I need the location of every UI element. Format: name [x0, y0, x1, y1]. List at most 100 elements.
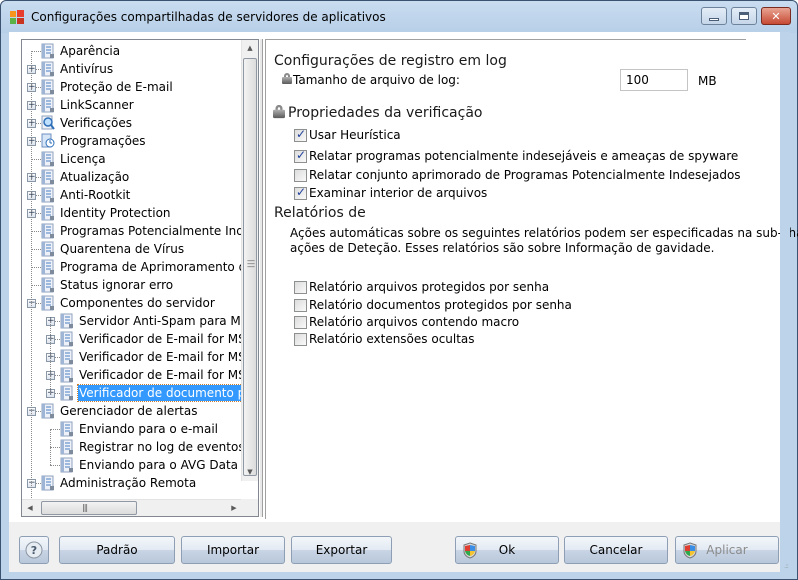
checkbox-label: Examinar interior de arquivos	[309, 186, 488, 200]
tree-item-label: Componentes do servidor	[60, 296, 215, 310]
settings-page-icon	[60, 349, 74, 365]
tree-item[interactable]: + Atualização	[22, 168, 242, 186]
title-bar: Configurações compartilhadas de servidor…	[1, 1, 797, 33]
tree-item-label: Enviando para o e-mail	[79, 422, 219, 436]
import-button[interactable]: Importar	[181, 536, 285, 564]
checkbox-option[interactable]: Relatório documentos protegidos por senh…	[294, 297, 572, 313]
close-button[interactable]: ✕	[761, 7, 791, 25]
scroll-left-icon[interactable]: ◀	[22, 500, 38, 516]
checkbox-checked[interactable]	[294, 127, 307, 142]
help-button[interactable]: ?	[19, 536, 49, 564]
tree-item[interactable]: Aparência	[22, 42, 242, 60]
tree-item[interactable]: +Verificador de E-mail for MS Exchange	[22, 348, 258, 366]
tree-item-label: Registrar no log de eventos	[79, 440, 245, 454]
tree-item-label: Enviando para o AVG Data Center	[79, 458, 258, 472]
checkbox-checked[interactable]	[294, 148, 307, 163]
checkbox-unchecked[interactable]	[294, 298, 307, 312]
tree-item[interactable]: +Servidor Anti-Spam para MS Exchange	[22, 312, 258, 330]
checkbox-option[interactable]: Relatório arquivos contendo macro	[294, 314, 519, 330]
cancel-button[interactable]: Cancelar	[564, 536, 668, 564]
tree-item[interactable]: Licença	[22, 150, 242, 168]
window-right-border	[780, 32, 790, 572]
scroll-right-icon[interactable]: ▶	[226, 500, 242, 516]
reports-description-line2: ações de Deteção. Esses relatórios são s…	[290, 241, 715, 255]
minimize-button[interactable]	[701, 7, 727, 25]
checkbox-unchecked[interactable]	[294, 332, 307, 346]
maximize-button[interactable]	[731, 7, 757, 25]
grip-icon: |||	[82, 503, 88, 512]
vertical-scroll-thumb[interactable]: — — —	[243, 58, 257, 476]
tree-item[interactable]: +Verificador de E-mail for MS Exchange	[22, 366, 258, 384]
checkbox-unchecked[interactable]	[294, 280, 307, 294]
log-size-label: Tamanho de arquivo de log:	[293, 73, 460, 87]
scroll-up-icon[interactable]: ▲	[242, 40, 258, 57]
tree-item[interactable]: Registrar no log de eventos	[22, 438, 245, 456]
tree-item-label: Licença	[60, 152, 106, 166]
checkbox-unchecked[interactable]	[294, 315, 307, 329]
resize-grip-icon[interactable]: .::	[784, 562, 789, 570]
tree-item-label: Verificador de E-mail for MS Exchange	[79, 350, 258, 364]
avg-logo-icon	[10, 10, 24, 24]
window-title: Configurações compartilhadas de servidor…	[31, 10, 386, 24]
checkbox-option[interactable]: Relatar conjunto aprimorado de Programas…	[294, 167, 741, 183]
reports-description-line1: Ações automáticas sobre os seguintes rel…	[290, 226, 798, 240]
tree-item[interactable]: Quarentena de Vírus	[22, 240, 242, 258]
settings-page-icon	[41, 97, 55, 113]
settings-page-icon	[60, 457, 74, 473]
tree-guide-line	[50, 429, 51, 465]
pane-splitter[interactable]	[260, 39, 263, 517]
tree-item-label: Quarentena de Vírus	[60, 242, 185, 256]
checkbox-checked[interactable]	[294, 185, 307, 200]
settings-page-icon	[41, 475, 55, 491]
tree-item[interactable]: Enviando para o e-mail	[22, 420, 242, 438]
tree-item-label: Programações	[60, 134, 146, 148]
checkbox-option[interactable]: Relatar programas potencialmente indesej…	[294, 148, 738, 164]
tree-vertical-scrollbar[interactable]: ▲ — — — ▼	[241, 40, 258, 481]
tree-item[interactable]: + Antivírus	[22, 60, 242, 78]
tree-item[interactable]: + Proteção de E-mail	[22, 78, 242, 96]
log-size-input[interactable]	[620, 69, 688, 91]
lock-icon	[273, 104, 285, 119]
tree-item[interactable]: + Anti-Rootkit	[22, 186, 242, 204]
tree-item[interactable]: Programa de Aprimoramento de Produto	[22, 258, 258, 276]
ok-button[interactable]: Ok	[455, 536, 559, 564]
export-button[interactable]: Exportar	[291, 536, 392, 564]
content-area: Aparência + Antivírus + Proteção de E-mail + L…	[9, 32, 798, 522]
checkbox-option[interactable]: Relatório arquivos protegidos por senha	[294, 279, 549, 295]
tree-item[interactable]: − Componentes do servidor	[22, 294, 242, 312]
tree-item[interactable]: + Identity Protection	[22, 204, 242, 222]
tree-item[interactable]: +Verificador de documento para MS ShareP…	[22, 384, 258, 402]
close-icon: ✕	[771, 9, 781, 23]
tree-item[interactable]: Programas Potencialmente Indesejados	[22, 222, 258, 240]
settings-page-icon	[41, 169, 55, 185]
log-size-unit: MB	[698, 74, 717, 88]
settings-window: Configurações compartilhadas de servidor…	[0, 0, 798, 580]
magnifier-icon	[41, 115, 55, 131]
tree-item[interactable]: + Programações	[22, 132, 242, 150]
tree-horizontal-scrollbar[interactable]: ◀ ||| ▶	[22, 499, 242, 516]
checkbox-option[interactable]: Relatório extensões ocultas	[294, 331, 475, 347]
tree-item[interactable]: + LinkScanner	[22, 96, 242, 114]
tree-item[interactable]: − Gerenciador de alertas	[22, 402, 242, 420]
checkbox-unchecked[interactable]	[294, 168, 307, 182]
ok-label: Ok	[498, 543, 516, 557]
checkbox-option[interactable]: Usar Heurística	[294, 127, 401, 143]
scroll-down-icon[interactable]: ▼	[242, 464, 258, 481]
tree-item[interactable]: Enviando para o AVG Data Center	[22, 456, 258, 474]
apply-button[interactable]: Aplicar	[675, 536, 779, 564]
tree-item[interactable]: − Administração Remota	[22, 474, 242, 492]
tree-item-label: Aparência	[60, 44, 121, 58]
settings-tree[interactable]: Aparência + Antivírus + Proteção de E-mail + L…	[21, 39, 259, 517]
tree-guide-line	[31, 51, 32, 500]
horizontal-scroll-thumb[interactable]: |||	[41, 501, 137, 515]
settings-page-icon	[60, 385, 74, 401]
checkbox-label: Relatório arquivos protegidos por senha	[309, 280, 550, 294]
default-button[interactable]: Padrão	[59, 536, 175, 564]
tree-item-label: Gerenciador de alertas	[60, 404, 198, 418]
tree-item[interactable]: + Verificações	[22, 114, 242, 132]
lock-icon	[282, 73, 292, 84]
tree-item-label: Status ignorar erro	[60, 278, 174, 292]
tree-item[interactable]: +Verificador de E-mail for MS Exchange	[22, 330, 258, 348]
checkbox-option[interactable]: Examinar interior de arquivos	[294, 185, 487, 201]
tree-item[interactable]: Status ignorar erro	[22, 276, 242, 294]
